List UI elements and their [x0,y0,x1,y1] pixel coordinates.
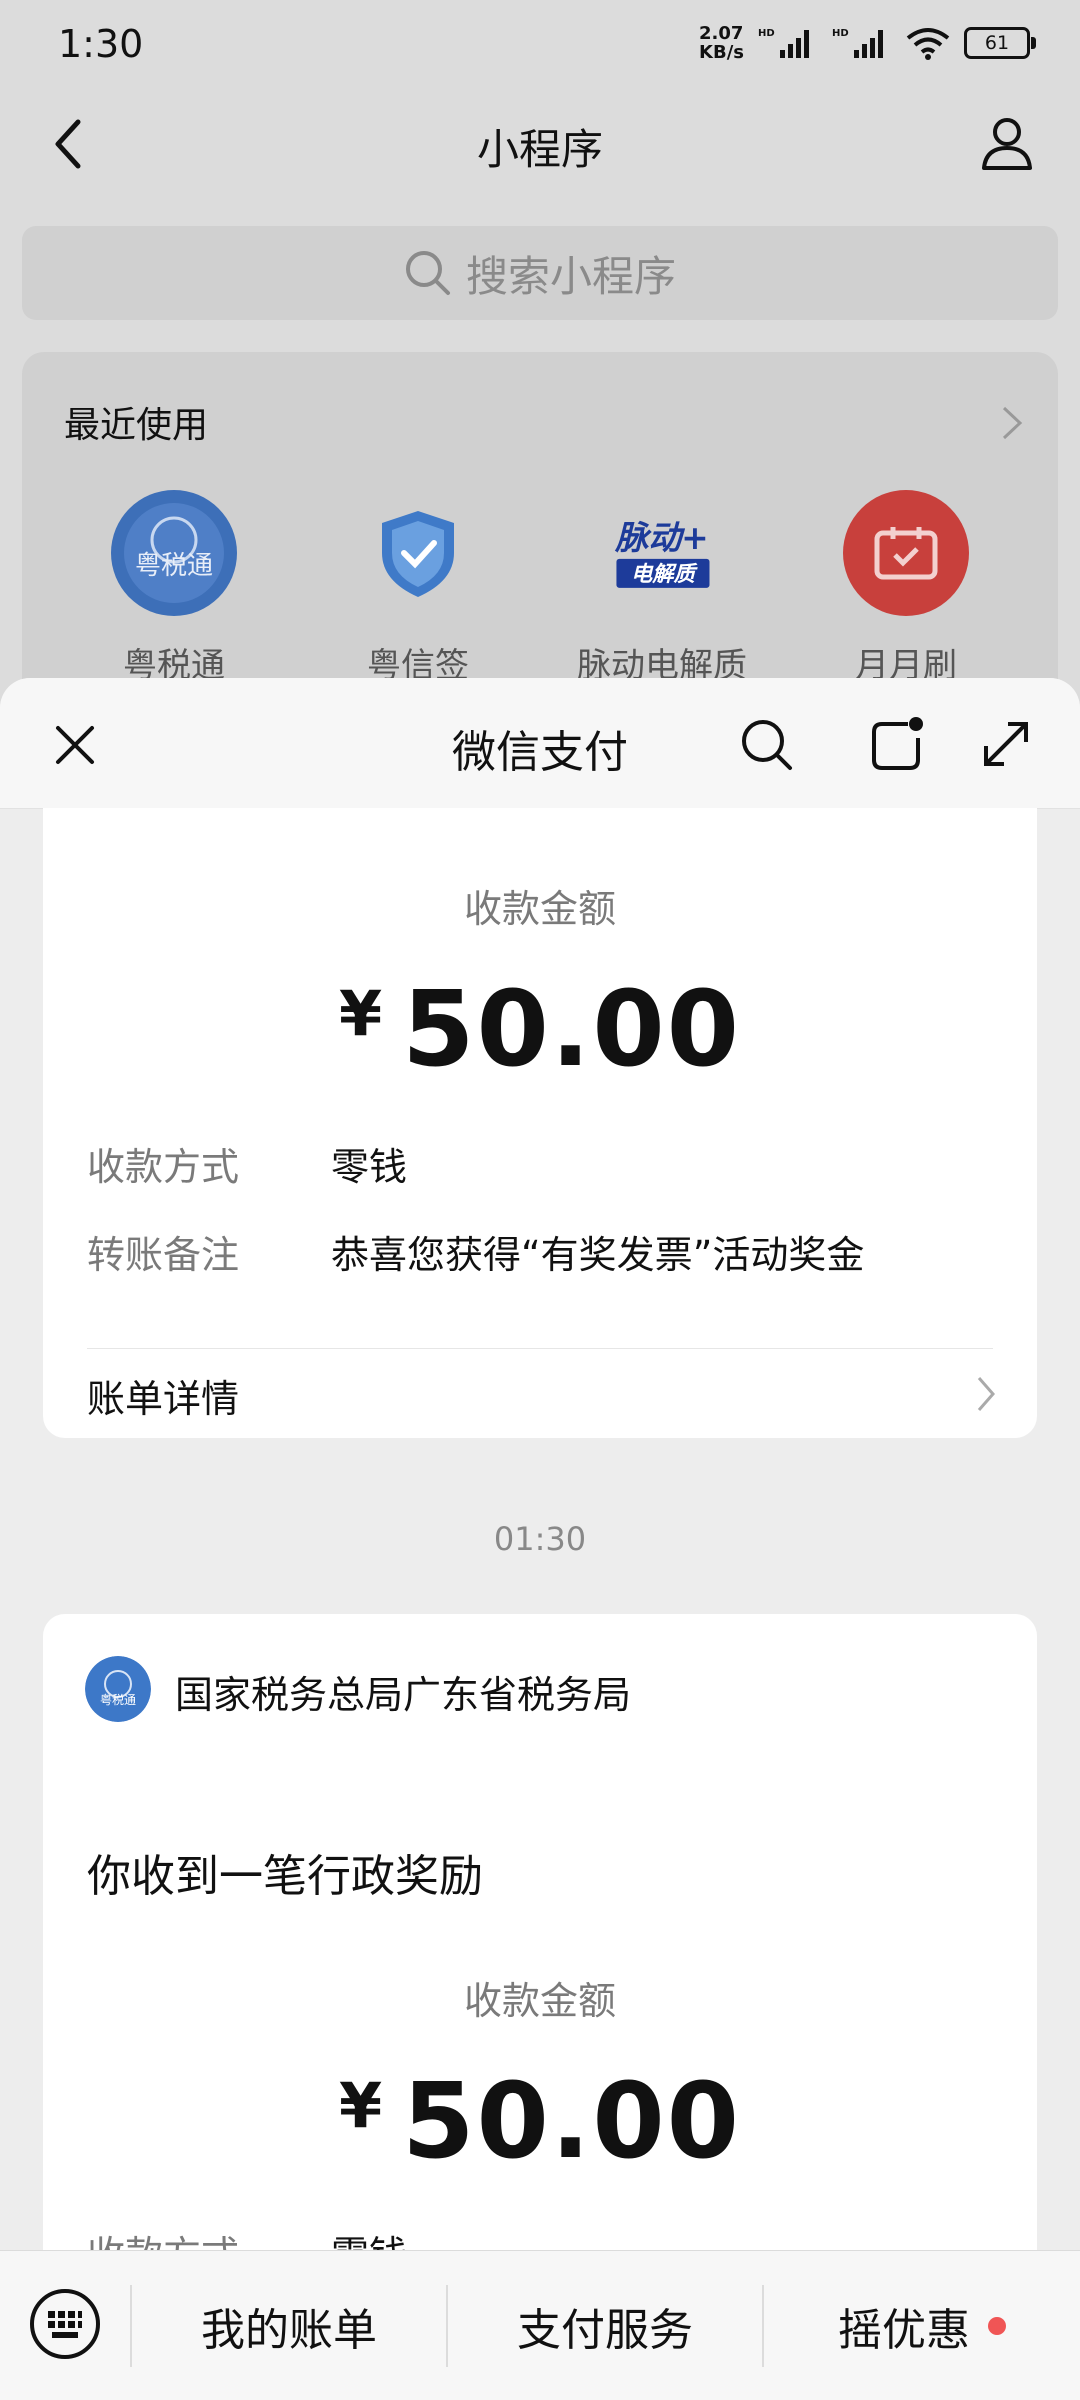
recent-apps-list: 粤税通 粤税通 粤信签 脉动+ 电解质 脉动电解质 月月刷 [22,490,1058,687]
svg-text:HD: HD [832,28,849,39]
battery-icon: 61 [964,27,1036,59]
sheet-header: 微信支付 [0,678,1080,809]
divider [87,1348,993,1349]
amount-label: 收款金额 [463,887,616,931]
message-timestamp: 01:30 [493,1520,587,1558]
search-icon[interactable] [738,716,794,772]
status-bar: 1:30 2.07 KB/s HD HD 61 [0,0,1080,90]
wifi-icon [906,28,950,60]
wechat-pay-sheet: 微信支付 收款金额 ¥50.00 收款方式 零钱 转账备注 恭喜您获得“有奖发票… [0,678,1080,2400]
keyboard-icon[interactable] [28,2287,102,2361]
status-icons: 2.07 KB/s HD HD 61 [699,23,1036,63]
status-time: 1:30 [58,22,144,66]
amount-label: 收款金额 [463,1979,616,2023]
amount-value: ¥50.00 [43,2060,1037,2182]
currency-symbol: ¥ [338,2069,385,2142]
sender-name: 国家税务总局广东省税务局 [175,1673,632,1717]
recent-app-yuexinqian[interactable]: 粤信签 [296,490,540,687]
amount-number: 50.00 [402,2060,742,2182]
maidong-logo-icon: 脉动+ 电解质 [599,490,725,616]
minimize-window-icon[interactable] [868,716,924,772]
payment-card-1: 收款金额 ¥50.00 收款方式 零钱 转账备注 恭喜您获得“有奖发票”活动奖金… [43,808,1037,1438]
calendar-check-icon [843,490,969,616]
search-placeholder: 搜索小程序 [465,251,676,301]
method-value: 零钱 [331,1145,408,1189]
payment-services-button[interactable]: 支付服务 [448,2251,762,2400]
notice-title: 你收到一笔行政奖励 [87,1851,483,1902]
svg-text:HD: HD [758,28,775,39]
my-bills-button[interactable]: 我的账单 [132,2251,446,2400]
mini-program-page: 1:30 2.07 KB/s HD HD 61 小程序 搜索小程序 最近使用 粤… [0,0,1080,772]
svg-text:脉动+: 脉动+ [614,518,708,557]
svg-text:电解质: 电解质 [631,562,699,587]
tax-bureau-logo-icon: 粤税通 [85,1656,151,1722]
notification-dot [988,2317,1006,2335]
bottom-menu-bar: 我的账单 支付服务 摇优惠 [0,2250,1080,2400]
recent-app-yueyueshua[interactable]: 月月刷 [784,490,1028,687]
network-speed: 2.07 KB/s [699,23,744,63]
chevron-right-icon[interactable] [975,1374,997,1414]
mini-program-search-input[interactable]: 搜索小程序 [22,226,1058,320]
recent-app-maidong[interactable]: 脉动+ 电解质 脉动电解质 [540,490,784,687]
amount-value: ¥50.00 [43,968,1037,1090]
recent-title: 最近使用 [64,405,209,446]
mini-program-header: 小程序 [0,90,1080,200]
chevron-right-icon[interactable] [1000,404,1024,442]
signal-icon-2: HD [832,28,883,58]
shake-deals-button[interactable]: 摇优惠 [764,2251,1080,2400]
signal-icon: HD [758,28,809,58]
remark-label: 转账备注 [87,1233,240,1277]
bill-detail-link[interactable]: 账单详情 [87,1368,239,1423]
user-icon[interactable] [974,110,1040,176]
recent-app-yueshuitong[interactable]: 粤税通 粤税通 [52,490,296,687]
yueshuitong-logo-icon: 粤税通 [111,490,237,616]
svg-text:粤税通: 粤税通 [135,551,213,581]
currency-symbol: ¥ [338,977,385,1050]
svg-text:粤税通: 粤税通 [100,1692,136,1707]
shield-check-icon [355,490,481,616]
expand-icon[interactable] [978,716,1034,772]
remark-value: 恭喜您获得“有奖发票”活动奖金 [331,1233,865,1277]
amount-number: 50.00 [402,968,742,1090]
search-icon [405,251,450,295]
method-label: 收款方式 [87,1145,240,1189]
page-title: 小程序 [476,125,603,174]
